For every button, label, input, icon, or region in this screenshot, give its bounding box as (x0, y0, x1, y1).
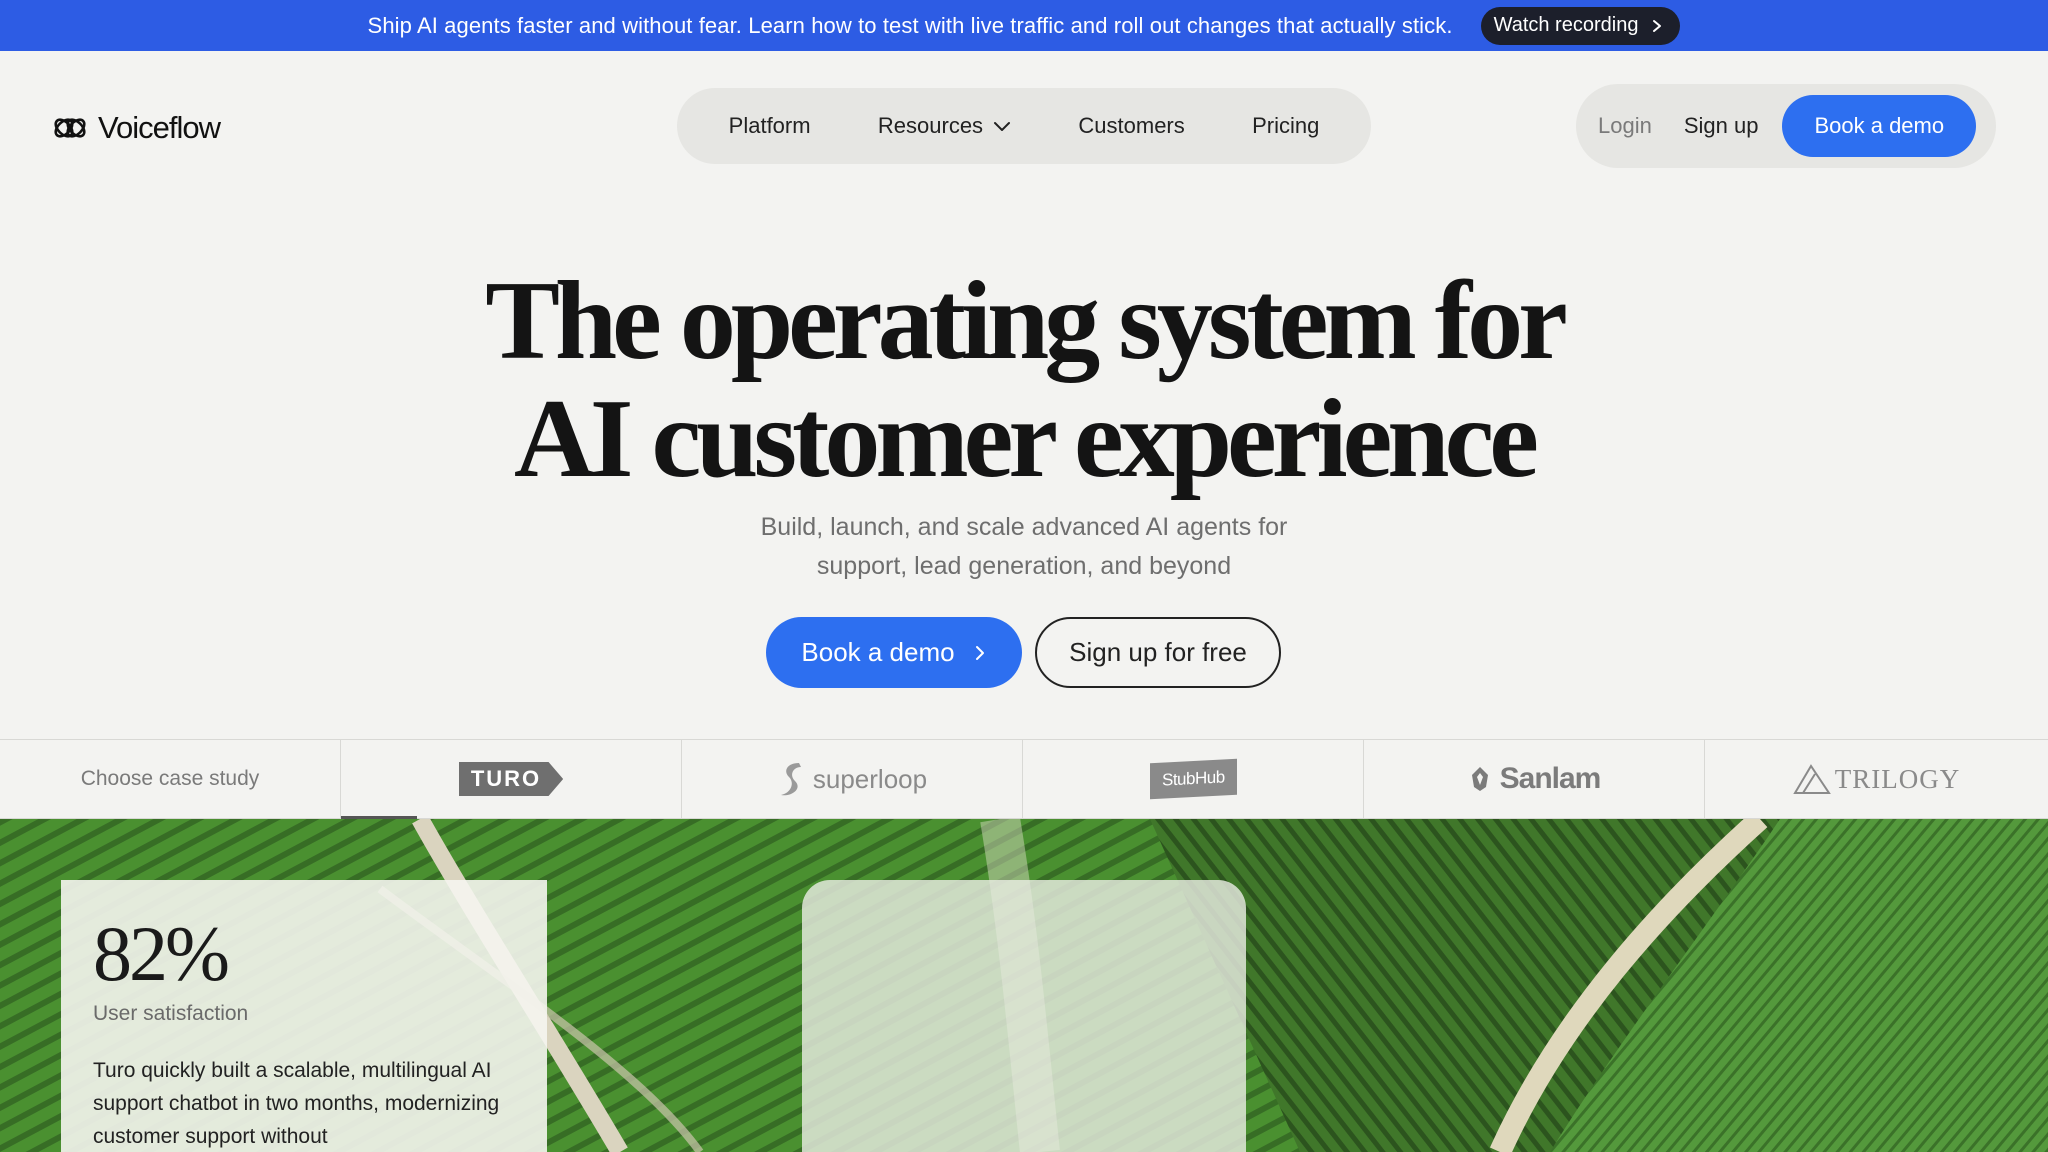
auth-nav: Login Sign up Book a demo (1576, 84, 1996, 168)
book-demo-button[interactable]: Book a demo (1782, 95, 1977, 157)
superloop-logo-text: superloop (812, 763, 928, 794)
sanlam-logo-text: Sanlam (1499, 762, 1602, 795)
case-tab-sanlam[interactable]: Sanlam (1364, 740, 1705, 818)
superloop-mark-icon (780, 763, 801, 796)
case-tab-trilogy[interactable]: TRILOGY (1705, 740, 2046, 818)
hero-title-line: AI customer experience (513, 377, 1539, 501)
login-link[interactable]: Login (1598, 113, 1652, 139)
signup-free-button[interactable]: Sign up for free (1035, 617, 1281, 688)
case-tab-superloop[interactable]: superloop (682, 740, 1023, 818)
case-study-description: Turo quickly built a scalable, multiling… (93, 1059, 500, 1148)
case-study-hero-image: 82% User satisfaction Turo quickly built… (0, 819, 2048, 1152)
turo-logo: TURO (458, 762, 564, 796)
banner-text: Ship AI agents faster and without fear. … (367, 12, 1453, 38)
hero-subtitle-line: support, lead generation, and beyond (816, 552, 1232, 580)
nav-item-pricing[interactable]: Pricing (1252, 113, 1319, 139)
nav-label: Platform (728, 113, 811, 138)
case-study-selector: Choose case study TURO superloop StubHub… (0, 739, 2048, 819)
trilogy-logo-text: TRILOGY (1834, 763, 1961, 794)
nav-item-customers[interactable]: Customers (1078, 113, 1184, 139)
nav-item-resources[interactable]: Resources (878, 113, 1011, 139)
hero-book-demo-label: Book a demo (801, 637, 955, 667)
case-tab-turo[interactable]: TURO (341, 740, 682, 819)
case-study-preview-card (802, 880, 1246, 1152)
stat-label: User satisfaction (93, 1002, 249, 1025)
hero-subtitle-line: Build, launch, and scale advanced AI age… (760, 513, 1288, 541)
case-tab-stubhub[interactable]: StubHub (1023, 740, 1364, 818)
stubhub-logo: StubHub (1149, 758, 1237, 800)
brand-name: Voiceflow (98, 110, 221, 145)
sanlam-mark-icon (1471, 767, 1488, 791)
case-study-label: Choose case study (80, 767, 260, 790)
voiceflow-mark-icon (54, 118, 86, 138)
voiceflow-logo[interactable]: Voiceflow (50, 110, 221, 146)
case-study-label-cell: Choose case study (0, 740, 341, 818)
nav-item-platform[interactable]: Platform (729, 113, 811, 139)
nav-label: Pricing (1252, 113, 1320, 138)
watch-recording-button[interactable]: Watch recording (1480, 6, 1681, 45)
chevron-right-icon (1653, 19, 1662, 32)
hero-book-demo-button[interactable]: Book a demo (766, 617, 1022, 688)
chevron-right-icon (975, 645, 984, 660)
nav-label: Resources (877, 113, 984, 138)
hero-title-line: The operating system for (485, 259, 1568, 383)
hero-title: The operating system for AI customer exp… (0, 262, 2048, 498)
superloop-logo: superloop (777, 759, 927, 799)
trilogy-logo: TRILOGY (1791, 762, 1960, 796)
hero-subtitle: Build, launch, and scale advanced AI age… (0, 508, 2048, 586)
stat-value: 82% (93, 910, 230, 997)
case-study-stat-card: 82% User satisfaction Turo quickly built… (61, 880, 547, 1152)
signup-link[interactable]: Sign up (1684, 113, 1759, 139)
watch-recording-label: Watch recording (1493, 14, 1639, 36)
main-nav: Platform Resources Customers Pricing (677, 88, 1371, 164)
chevron-down-icon (994, 122, 1011, 131)
trilogy-mark-icon (1792, 764, 1831, 794)
announcement-banner: Ship AI agents faster and without fear. … (0, 0, 2048, 51)
sanlam-logo: Sanlam (1468, 762, 1601, 796)
nav-label: Customers (1078, 113, 1185, 138)
